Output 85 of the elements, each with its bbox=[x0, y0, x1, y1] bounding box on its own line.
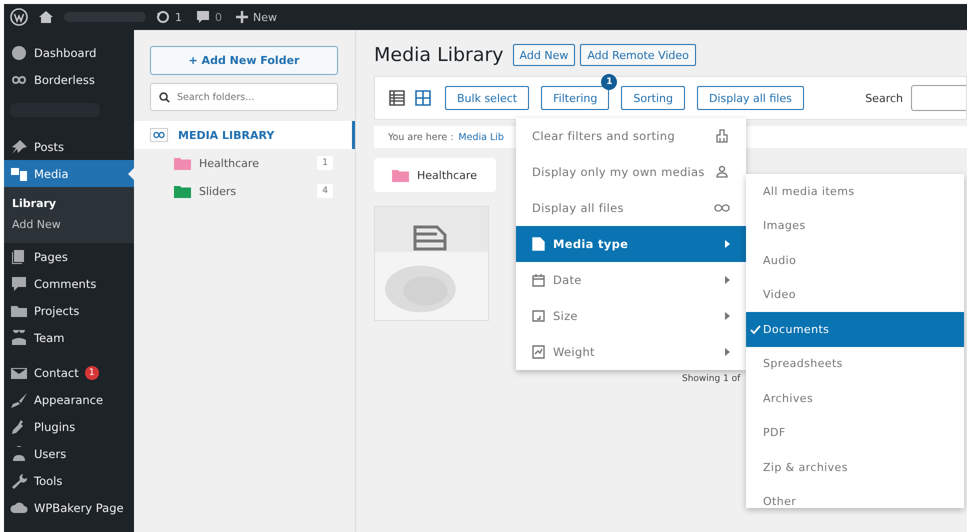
toolbar-button[interactable]: Bulk select bbox=[445, 86, 530, 110]
menu-item[interactable]: Spreadsheets bbox=[746, 346, 964, 381]
sidebar-item[interactable]: Team bbox=[4, 324, 134, 351]
sidebar-item[interactable]: Tools bbox=[4, 467, 134, 494]
check-icon bbox=[750, 324, 761, 334]
plus-icon bbox=[236, 11, 248, 23]
size-icon bbox=[532, 309, 545, 323]
menu-item[interactable]: Media type bbox=[516, 226, 746, 262]
wordpress-logo-icon[interactable] bbox=[10, 8, 28, 26]
weight-icon bbox=[532, 345, 545, 359]
comment-icon bbox=[196, 10, 210, 24]
header-button[interactable]: Add Remote Video bbox=[580, 44, 696, 66]
new-link[interactable]: New bbox=[236, 10, 277, 24]
sidebar-item[interactable]: Comments bbox=[4, 270, 134, 297]
brush-icon bbox=[10, 392, 28, 408]
menu-item[interactable]: Display all files bbox=[516, 190, 746, 226]
toolbar-button[interactable]: Sorting bbox=[621, 86, 685, 110]
sidebar-item[interactable]: Borderless bbox=[4, 66, 134, 93]
add-folder-button[interactable]: + Add New Folder bbox=[150, 46, 338, 75]
sidebar-item[interactable]: Projects bbox=[4, 297, 134, 324]
menu-item[interactable]: Archives bbox=[746, 381, 964, 416]
folder-card[interactable]: Healthcare bbox=[374, 158, 496, 192]
count-badge: 4 bbox=[317, 184, 333, 198]
menu-item[interactable]: Weight bbox=[516, 334, 746, 370]
menu-item[interactable]: Video bbox=[746, 278, 964, 312]
doc-icon bbox=[532, 237, 545, 251]
home-icon[interactable] bbox=[38, 9, 54, 25]
sidebar-item[interactable]: Users bbox=[4, 440, 134, 467]
sidebar-item[interactable]: Posts bbox=[4, 133, 134, 160]
sidebar-item[interactable]: Pages bbox=[4, 243, 134, 270]
breadcrumb-link[interactable]: Media Lib bbox=[458, 132, 504, 142]
infinity-icon bbox=[150, 128, 168, 142]
sidebar-item[interactable]: Appearance bbox=[4, 386, 134, 413]
count-badge: 1 bbox=[601, 74, 618, 90]
menu-item[interactable]: Zip & archives bbox=[746, 450, 964, 484]
count-badge: 1 bbox=[84, 366, 99, 380]
document-icon bbox=[413, 225, 447, 251]
sidebar-item[interactable]: Contact 1 bbox=[4, 359, 134, 386]
menu-item[interactable]: Other bbox=[746, 484, 964, 508]
menu-item[interactable]: Display only my own medias bbox=[516, 154, 746, 190]
submenu-arrow-icon bbox=[725, 312, 730, 320]
header-button[interactable]: Add New bbox=[512, 44, 576, 66]
file-thumbnail[interactable] bbox=[374, 206, 489, 321]
sidebar-item[interactable]: Plugins bbox=[4, 413, 134, 440]
menu-item[interactable]: All media items bbox=[746, 174, 964, 208]
sidebar-item[interactable]: WPBakery Page bbox=[4, 494, 134, 521]
media-icon bbox=[10, 166, 28, 182]
submenu-arrow-icon bbox=[725, 240, 730, 248]
menu-item[interactable]: Clear filters and sorting bbox=[516, 118, 746, 154]
submenu-arrow-icon bbox=[725, 348, 730, 356]
updates-link[interactable]: 1 bbox=[156, 10, 182, 24]
comment-icon bbox=[10, 276, 28, 292]
sidebar-item[interactable]: Dashboard bbox=[4, 39, 134, 66]
grid-view-icon[interactable] bbox=[415, 90, 431, 106]
submenu-arrow-icon bbox=[725, 276, 730, 284]
tree-item[interactable]: Sliders 4 bbox=[134, 177, 355, 205]
submenu-item[interactable]: Library bbox=[4, 193, 134, 214]
comments-link[interactable]: 0 bbox=[196, 10, 222, 24]
menu-item[interactable]: Date bbox=[516, 262, 746, 298]
status-text: Showing 1 of bbox=[682, 374, 740, 384]
toolbar-button[interactable]: Filtering bbox=[541, 86, 610, 110]
list-view-icon[interactable] bbox=[389, 90, 405, 106]
sidebar-item[interactable]: Media bbox=[4, 160, 134, 187]
tree-item[interactable]: Healthcare 1 bbox=[134, 149, 355, 177]
search-icon bbox=[159, 92, 170, 103]
menu-item[interactable]: Images bbox=[746, 208, 964, 243]
search-field[interactable]: Search folders... bbox=[150, 83, 338, 111]
search-label: Search bbox=[865, 92, 903, 104]
count-badge: 1 bbox=[317, 156, 333, 170]
menu-item[interactable]: Documents bbox=[746, 312, 964, 346]
submenu-item[interactable]: Add New bbox=[4, 214, 134, 235]
refresh-icon bbox=[156, 10, 170, 24]
breadcrumb-label: You are here : bbox=[388, 132, 454, 142]
tree-item[interactable]: MEDIA LIBRARY bbox=[134, 121, 355, 149]
menu-item[interactable]: PDF bbox=[746, 416, 964, 450]
menu-item[interactable]: Audio bbox=[746, 243, 964, 278]
pin-icon bbox=[10, 138, 28, 154]
calendar-icon bbox=[532, 273, 545, 287]
toolbar-button[interactable]: Display all files bbox=[696, 86, 804, 110]
search-field[interactable] bbox=[911, 85, 966, 111]
menu-item[interactable]: Size bbox=[516, 298, 746, 334]
page-title: Media Library bbox=[374, 44, 504, 66]
wrench-icon bbox=[10, 472, 28, 488]
cloud-icon bbox=[10, 500, 28, 516]
broom-icon bbox=[714, 129, 730, 143]
